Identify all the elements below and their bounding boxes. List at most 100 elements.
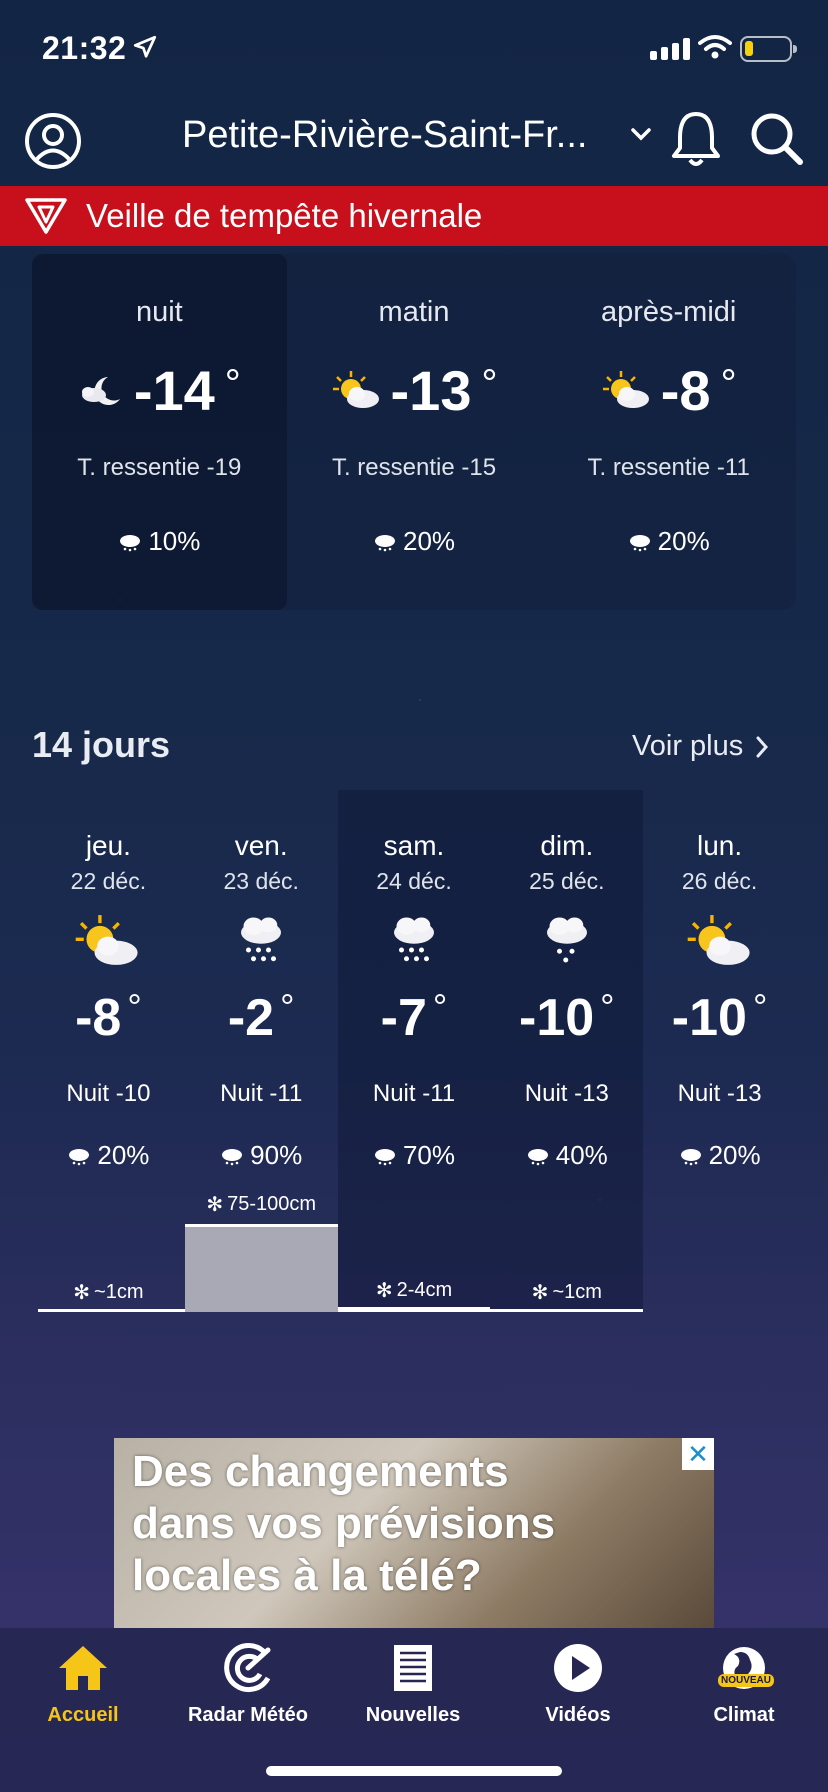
precip-chance: 90% (185, 1140, 338, 1171)
daypart-temp: -13 (390, 359, 472, 422)
ad-close-button[interactable]: ✕ (682, 1438, 714, 1470)
feels-like: T. ressentie -19 (77, 454, 242, 481)
chevron-right-icon (756, 736, 769, 757)
day-temp: -10 (519, 989, 595, 1047)
ad-headline: Des changements dans vos prévisions loca… (132, 1446, 555, 1602)
nav-label: Climat (713, 1704, 775, 1726)
daily-forecast: jeu. 22 déc. -8 ° Nuit -10 20% ✻ ~1cm ven.… (32, 790, 796, 1312)
degree-unit: ° (600, 986, 615, 1027)
search-icon[interactable] (746, 108, 808, 170)
daypart-label: nuit (135, 296, 183, 328)
day-name: lun. (697, 830, 743, 861)
day-temp: -7 (380, 989, 427, 1047)
nav-videos[interactable]: Vidéos (498, 1638, 658, 1727)
daypart-label: après-midi (600, 296, 737, 328)
radar-icon (224, 1643, 271, 1693)
night-temp: Nuit -11 (220, 1080, 303, 1107)
warning-triangle-icon (25, 198, 67, 234)
feels-like: T. ressentie -15 (331, 454, 497, 481)
forecast-section-title: 14 jours (32, 724, 171, 765)
degree-unit: ° (224, 362, 241, 406)
daypart-night[interactable]: nuit -14 ° T. ressentie -19 10% (32, 254, 287, 610)
snow-cloud-icon (393, 917, 434, 962)
bell-icon[interactable] (668, 108, 724, 170)
snow-amount: ✻ 2-4cm (338, 1278, 491, 1303)
feels-like: T. ressentie -11 (587, 454, 750, 481)
degree-unit: ° (280, 986, 295, 1027)
precip-value: 20% (657, 526, 710, 556)
night-temp: Nuit -10 (66, 1080, 151, 1107)
forecast-day[interactable]: dim. 25 déc. -10 ° Nuit -13 40% ✻ ~1cm (490, 790, 644, 1312)
see-more-label: Voir plus (632, 730, 744, 762)
ad-line: dans vos prévisions (132, 1499, 556, 1548)
degree-unit: ° (752, 986, 768, 1027)
day-temp: -2 (227, 989, 275, 1047)
precip-value: 20% (402, 526, 456, 556)
snowflake-icon: ✻ (375, 1280, 393, 1302)
see-more-link[interactable]: Voir plus (632, 730, 769, 763)
rain-cloud-icon (120, 534, 141, 551)
rain-cloud-icon (527, 1148, 548, 1165)
precip-chance: 20% (541, 526, 796, 557)
newspaper-icon (394, 1645, 432, 1691)
day-date: 22 déc. (70, 868, 147, 894)
nav-radar[interactable]: Radar Météo (168, 1638, 328, 1727)
precip-chance: 70% (338, 1140, 491, 1171)
home-indicator (266, 1766, 562, 1776)
snowflake-icon: ✻ (206, 1194, 224, 1216)
daypart-afternoon[interactable]: après-midi -8 ° T. ressentie -11 20% (541, 254, 796, 610)
profile-icon[interactable] (24, 112, 82, 170)
sun-cloud-icon (687, 915, 750, 965)
weather-alert-banner[interactable]: Veille de tempête hivernale (0, 186, 828, 246)
chevron-down-icon[interactable] (630, 126, 652, 142)
nav-climate[interactable]: NOUVEAU Climat (664, 1638, 824, 1727)
city-selector[interactable]: Petite-Rivière-Saint-Fr... (182, 114, 587, 157)
rain-cloud-icon (69, 1148, 90, 1165)
day-name: sam. (383, 830, 445, 861)
day-date: 26 déc. (681, 868, 758, 894)
precip-chance: 20% (32, 1140, 185, 1171)
day-name: ven. (234, 830, 288, 861)
nav-label: Vidéos (545, 1704, 611, 1726)
night-temp: Nuit -13 (677, 1080, 762, 1107)
nav-news[interactable]: Nouvelles (333, 1638, 493, 1727)
sun-cloud-icon (602, 370, 649, 408)
precip-value: 70% (402, 1140, 456, 1170)
snow-value: 2-4cm (396, 1279, 453, 1301)
daypart-temp: -14 (133, 359, 215, 422)
day-name: dim. (540, 830, 594, 861)
snow-value: 75-100cm (227, 1193, 317, 1215)
precip-value: 90% (250, 1140, 303, 1170)
night-temp: Nuit -11 (372, 1080, 456, 1107)
rain-cloud-icon (629, 534, 650, 551)
rain-cloud-icon (680, 1148, 701, 1165)
day-date: 23 déc. (223, 868, 299, 894)
night-temp: Nuit -13 (524, 1080, 609, 1107)
snowflake-icon: ✻ (531, 1282, 549, 1304)
nav-label: Accueil (47, 1704, 119, 1726)
snow-bar (337, 1307, 491, 1312)
ad-line: locales à la télé? (132, 1551, 482, 1600)
sun-cloud-icon (76, 915, 139, 965)
snow-cloud-icon (241, 917, 282, 962)
daypart-morning[interactable]: matin -13 ° T. ressentie -15 20% (287, 254, 542, 610)
sun-cloud-icon (332, 370, 379, 408)
forecast-day[interactable]: sam. 24 déc. -7 ° Nuit -11 70% ✻ 2-4cm (337, 790, 491, 1312)
precip-chance: 40% (490, 1140, 643, 1171)
nav-home[interactable]: Accueil (3, 1638, 163, 1727)
nav-label: Nouvelles (365, 1704, 461, 1726)
daypart-label: matin (378, 296, 450, 328)
forecast-day[interactable]: ven. 23 déc. -2 ° Nuit -11 90% ✻ 75-100cm (184, 790, 338, 1312)
moon-cloud-icon (81, 376, 120, 405)
wifi-icon (698, 35, 732, 59)
snow-bar (184, 1224, 338, 1312)
play-icon (554, 1644, 602, 1692)
advertisement[interactable]: Des changements dans vos prévisions loca… (114, 1438, 714, 1628)
forecast-day[interactable]: jeu. 22 déc. -8 ° Nuit -10 20% ✻ ~1cm (32, 790, 185, 1312)
rain-cloud-icon (222, 1148, 243, 1165)
precip-value: 40% (555, 1140, 608, 1170)
forecast-day[interactable]: lun. 26 déc. -10 ° Nuit -13 20% (643, 790, 796, 1310)
light-snow-cloud-icon (546, 917, 587, 963)
new-badge: NOUVEAU (718, 1674, 775, 1687)
day-temp: -8 (75, 989, 122, 1047)
